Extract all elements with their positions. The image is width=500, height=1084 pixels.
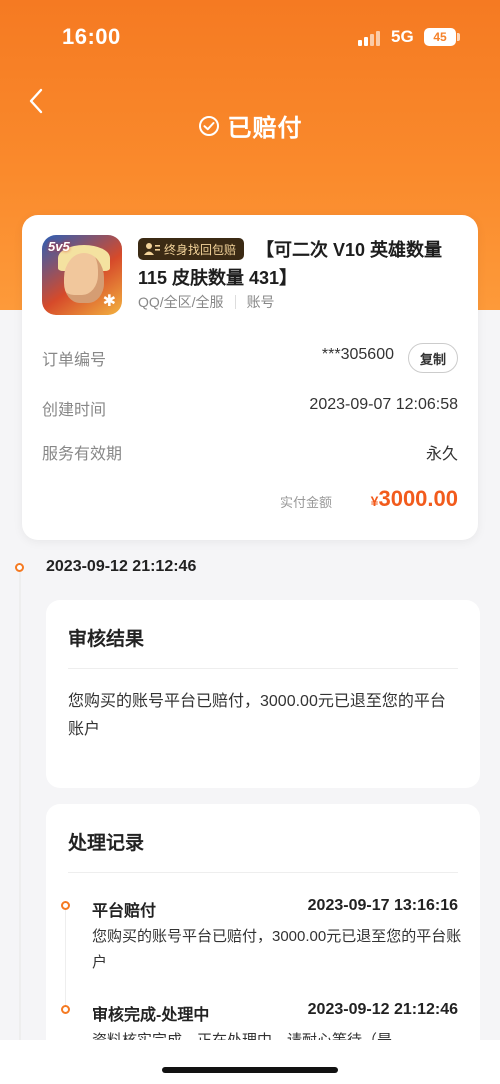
product-region: QQ/全区/全服 [138, 294, 224, 310]
record-line [65, 910, 66, 1006]
process-record-card: 处理记录 平台赔付 2023-09-17 13:16:16 您购买的账号平台已赔… [46, 804, 480, 1064]
created-time-label: 创建时间 [42, 402, 107, 419]
timeline-dot [15, 563, 24, 572]
record-dot [61, 1005, 70, 1014]
timeline-line [19, 572, 21, 1042]
status-bar: 16:00 5G 45 [0, 0, 500, 70]
check-circle-icon [198, 115, 219, 136]
paid-amount-value: 3000.00 [378, 486, 458, 511]
review-result-card: 审核结果 您购买的账号平台已赔付，3000.00元已退至您的平台账户 [46, 600, 480, 788]
record-item-title: 平台赔付 [92, 903, 157, 920]
record-item-title: 审核完成-处理中 [92, 1007, 210, 1024]
game-icon[interactable]: 5v5 ✱ [42, 235, 122, 315]
network-label: 5G [391, 27, 414, 46]
badge-label: 终身找回包赔 [164, 242, 237, 257]
status-time: 16:00 [62, 24, 121, 49]
review-result-text: 您购买的账号平台已赔付，3000.00元已退至您的平台账户 [68, 693, 446, 738]
guarantee-badge: 终身找回包赔 [138, 238, 245, 260]
process-record-title: 处理记录 [68, 833, 145, 854]
record-item-time: 2023-09-12 21:12:46 [307, 1001, 458, 1018]
timeline-date: 2023-09-12 21:12:46 [46, 558, 197, 575]
paid-label: 实付金额 [280, 495, 333, 510]
page-title-text: 已赔付 [227, 115, 303, 142]
order-number-label: 订单编号 [42, 352, 107, 369]
review-result-title: 审核结果 [68, 629, 145, 650]
record-divider [68, 872, 458, 873]
order-number-value: ***305600 [321, 346, 394, 363]
review-divider [68, 668, 458, 669]
validity-value: 永久 [425, 446, 458, 463]
product-category: 账号 [246, 294, 275, 310]
product-meta: QQ/全区/全服 账号 [138, 292, 275, 312]
bottom-bar [0, 1040, 500, 1084]
battery-tip [457, 33, 460, 41]
record-item-time: 2023-09-17 13:16:16 [307, 897, 458, 914]
meta-divider [234, 295, 236, 309]
record-dot [61, 901, 70, 910]
validity-label: 服务有效期 [42, 446, 123, 463]
home-indicator[interactable] [162, 1067, 338, 1073]
created-time-value: 2023-09-07 12:06:58 [309, 396, 458, 413]
page-title: 已赔付 [0, 108, 500, 143]
paid-amount: ¥3000.00 [371, 486, 458, 512]
battery-icon: 45 [424, 28, 456, 46]
signal-icon [358, 30, 382, 46]
copy-button[interactable]: 复制 [408, 343, 458, 373]
user-shield-icon [144, 243, 160, 255]
record-item-desc: 您购买的账号平台已赔付，3000.00元已退至您的平台账户 [92, 928, 462, 971]
